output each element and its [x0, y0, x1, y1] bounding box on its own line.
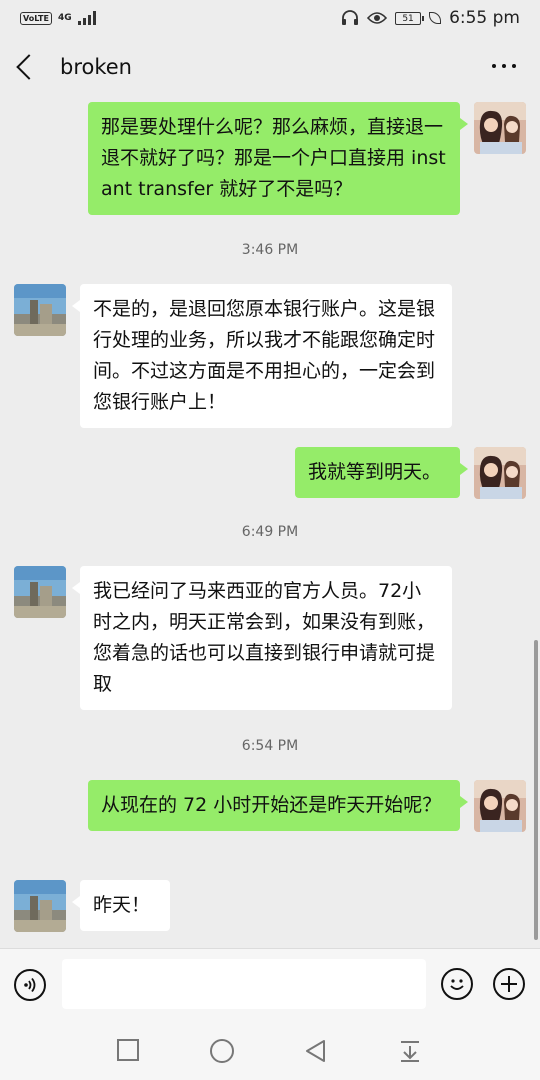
contact-avatar[interactable]: [14, 284, 66, 336]
input-bar: [0, 948, 540, 1022]
emoji-icon[interactable]: [441, 968, 473, 1000]
message-list[interactable]: 那是要处理什么呢？那么麻烦，直接退一退不就好了吗？那是一个户口直接用 insta…: [0, 98, 540, 948]
status-bar: VoLTE 4G 51 6:55 pm: [0, 0, 540, 36]
timestamp: 6:49 PM: [241, 524, 299, 540]
recent-apps-icon[interactable]: [117, 1039, 139, 1061]
scrollbar[interactable]: [534, 640, 538, 940]
message-input[interactable]: [62, 959, 426, 1009]
voice-icon[interactable]: [14, 969, 46, 1001]
message-bubble[interactable]: 昨天！: [72, 880, 170, 931]
message-bubble[interactable]: 不是的，是退回您原本银行账户。这是银行处理的业务，所以我才不能跟您确定时间。不过…: [72, 284, 452, 428]
message-bubble[interactable]: 我就等到明天。: [295, 447, 468, 498]
status-left: VoLTE 4G: [20, 11, 96, 25]
my-avatar[interactable]: [474, 780, 526, 832]
message-bubble[interactable]: 我已经问了马来西亚的官方人员。72小时之内，明天正常会到，如果没有到账，您着急的…: [72, 566, 452, 710]
my-avatar[interactable]: [474, 102, 526, 154]
notification-pull-icon[interactable]: [399, 1039, 421, 1063]
battery-level: 51: [402, 13, 414, 24]
status-right: 51 6:55 pm: [341, 8, 520, 28]
message-bubble[interactable]: 从现在的 72 小时开始还是昨天开始呢？: [88, 780, 468, 831]
message-bubble[interactable]: 那是要处理什么呢？那么麻烦，直接退一退不就好了吗？那是一个户口直接用 insta…: [88, 102, 468, 215]
plus-icon[interactable]: [493, 968, 525, 1000]
headphones-icon: [342, 10, 359, 25]
system-nav-bar: [0, 1022, 540, 1080]
contact-avatar[interactable]: [14, 880, 66, 932]
chat-title: broken: [60, 55, 132, 79]
signal-icon: [77, 11, 96, 25]
network-type-label: 4G: [57, 12, 72, 23]
leaf-icon: [429, 12, 442, 24]
more-icon[interactable]: [492, 64, 516, 68]
timestamp: 3:46 PM: [241, 242, 299, 258]
status-time: 6:55 pm: [449, 8, 520, 28]
back-nav-icon[interactable]: [304, 1039, 326, 1063]
back-icon[interactable]: [16, 54, 42, 80]
battery-icon: 51: [395, 11, 425, 25]
eye-comfort-icon: [367, 12, 388, 24]
home-icon[interactable]: [210, 1039, 234, 1063]
my-avatar[interactable]: [474, 447, 526, 499]
volte-icon: VoLTE: [20, 11, 52, 25]
contact-avatar[interactable]: [14, 566, 66, 618]
chat-header: broken: [0, 36, 540, 98]
timestamp: 6:54 PM: [241, 738, 299, 754]
